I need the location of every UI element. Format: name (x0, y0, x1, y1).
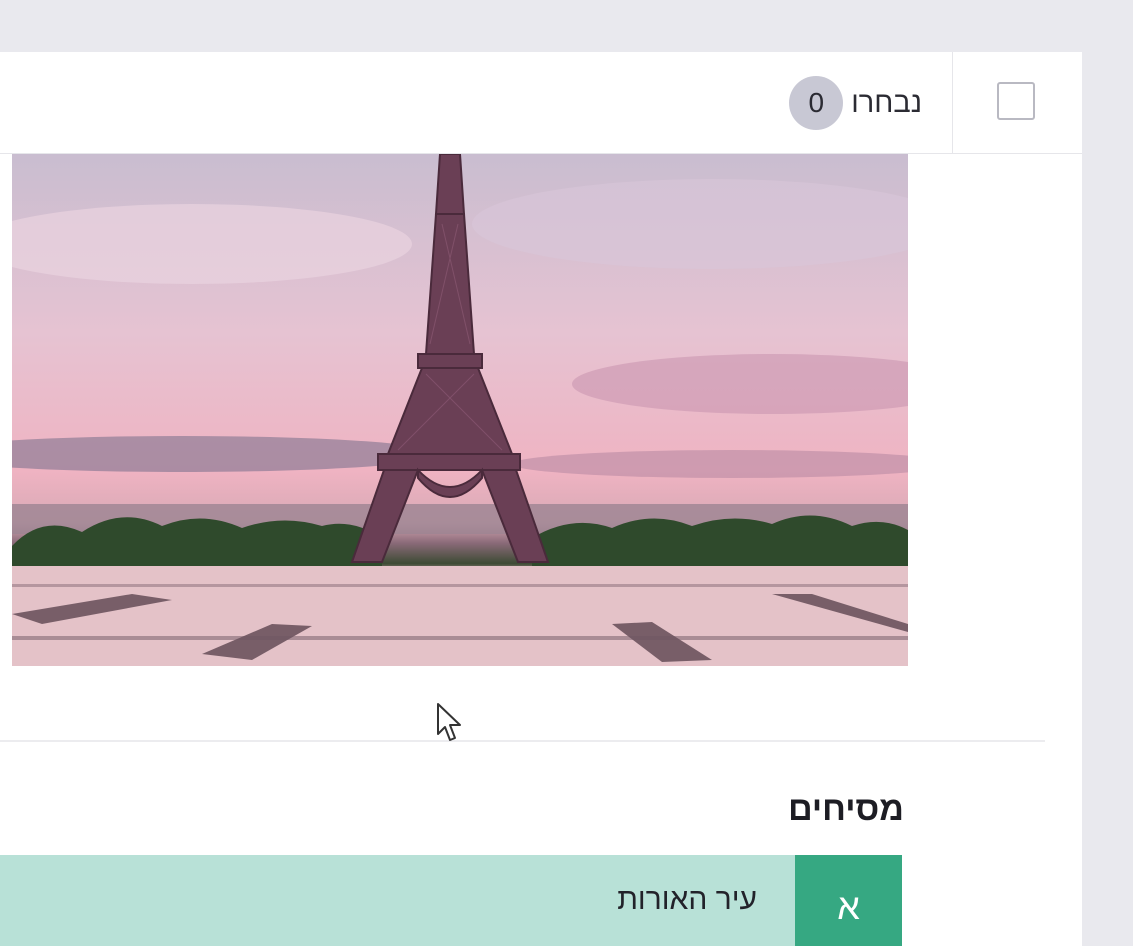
eiffel-tower-illustration (12, 154, 908, 666)
selected-counter: נבחרו 0 (789, 76, 922, 130)
selected-count-badge: 0 (789, 76, 844, 130)
question-card: נבחרו 0 מסיחים א עיר האורות (0, 52, 1082, 946)
option-item[interactable]: א עיר האורות (0, 855, 902, 946)
selected-label: נבחרו (851, 86, 922, 119)
option-text: עיר האורות (617, 883, 757, 916)
page: נבחרו 0 מסיחים א עיר האורות (0, 0, 1133, 946)
section-divider (0, 740, 1045, 742)
select-all-checkbox[interactable] (997, 82, 1035, 120)
distractors-title: מסיחים (788, 790, 904, 828)
option-letter: א (795, 855, 902, 946)
mouse-pointer-icon (437, 703, 461, 741)
select-all-cell (952, 52, 1082, 154)
selection-header: נבחרו 0 (0, 52, 1082, 154)
eiffel-tower-image (12, 154, 908, 666)
